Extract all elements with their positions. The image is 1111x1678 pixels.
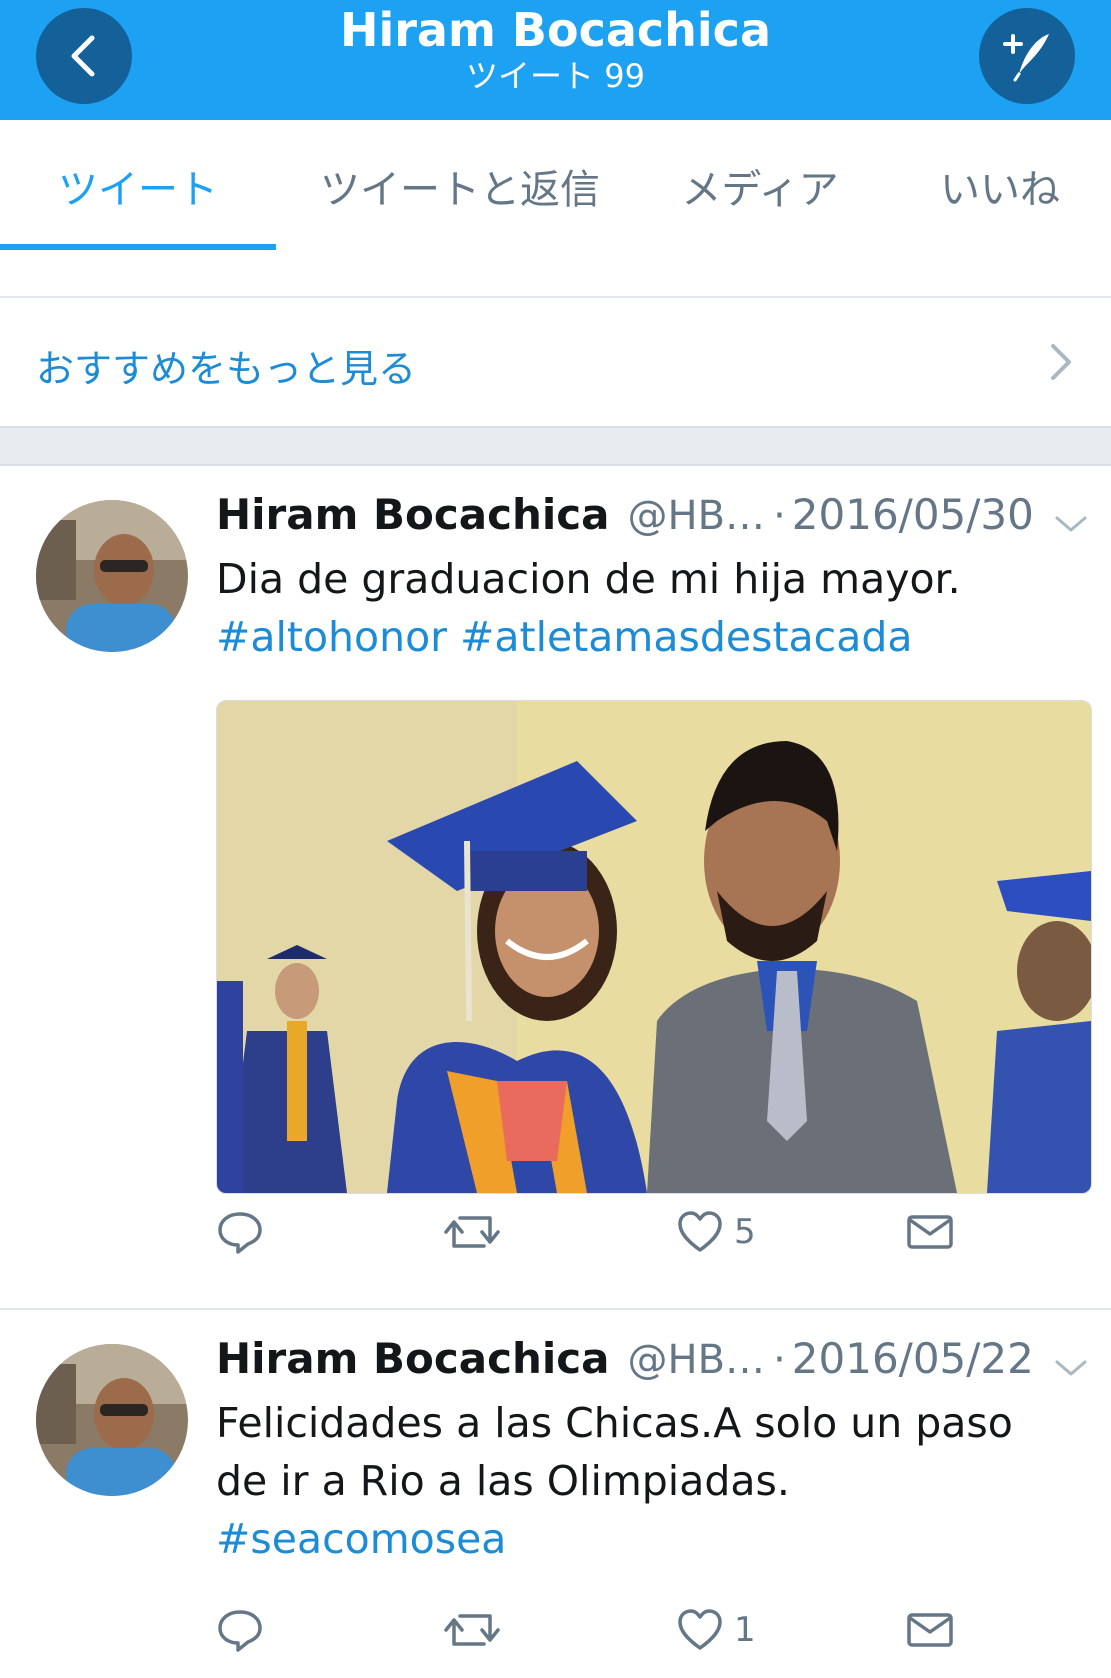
avatar-photo xyxy=(36,1344,188,1496)
compose-tweet-button[interactable] xyxy=(979,8,1075,104)
see-more-recommendations-row[interactable]: おすすめをもっと見る xyxy=(0,298,1111,428)
retweet-button[interactable] xyxy=(444,1202,500,1262)
like-count: 5 xyxy=(734,1212,756,1252)
like-count: 1 xyxy=(734,1610,756,1650)
retweet-button[interactable] xyxy=(444,1600,500,1660)
author-name[interactable]: Hiram Bocachica xyxy=(216,490,610,539)
spacer xyxy=(0,252,1111,298)
tab-label: ツイート xyxy=(58,167,218,213)
chevron-down-icon[interactable] xyxy=(1053,512,1089,536)
top-bar: Hiram Bocachica ツイート 99 xyxy=(0,0,1111,120)
author-handle[interactable]: @HB… xyxy=(628,493,766,539)
see-more-label: おすすめをもっと見る xyxy=(36,347,417,391)
envelope-icon xyxy=(907,1215,953,1249)
tweet-text-line: Felicidades a las Chicas.A solo un paso xyxy=(216,1399,1013,1447)
tweet-header: Hiram Bocachica @HB… · 2016/05/30 xyxy=(216,490,1034,550)
reply-icon xyxy=(218,1212,262,1254)
tab-label: いいね xyxy=(940,167,1060,213)
heart-icon xyxy=(678,1609,722,1650)
like-button[interactable]: 1 xyxy=(676,1600,756,1660)
page-title: Hiram Bocachica xyxy=(339,3,771,57)
tweet-date[interactable]: 2016/05/22 xyxy=(792,1334,1034,1383)
tweet-photo[interactable] xyxy=(216,700,1092,1194)
tweet-hashtags[interactable]: #seacomosea xyxy=(216,1510,1086,1568)
tweet-count: ツイート 99 xyxy=(466,57,645,95)
avatar[interactable] xyxy=(36,1344,188,1496)
avatar[interactable] xyxy=(36,500,188,652)
tweet-text-line: de ir a Rio a las Olimpiadas. xyxy=(216,1457,790,1505)
tweet-item[interactable]: Hiram Bocachica @HB… · 2016/05/22 Felici… xyxy=(0,1310,1111,1678)
like-button[interactable]: 5 xyxy=(676,1202,756,1262)
section-divider xyxy=(0,428,1111,466)
tweet-item[interactable]: Hiram Bocachica @HB… · 2016/05/30 Dia de… xyxy=(0,466,1111,1310)
tweet-actions: 5 xyxy=(216,1202,1090,1262)
tweet-header: Hiram Bocachica @HB… · 2016/05/22 xyxy=(216,1334,1034,1394)
author-handle[interactable]: @HB… xyxy=(628,1337,766,1383)
retweet-icon xyxy=(444,1216,500,1248)
tab-likes[interactable]: いいね xyxy=(920,120,1080,252)
chevron-down-icon[interactable] xyxy=(1053,1356,1089,1380)
author-name[interactable]: Hiram Bocachica xyxy=(216,1334,610,1383)
separator-dot: · xyxy=(773,1337,786,1383)
tab-label: メディア xyxy=(681,167,839,213)
tweet-date[interactable]: 2016/05/30 xyxy=(792,490,1034,539)
tab-label: ツイートと返信 xyxy=(320,167,600,213)
heart-icon xyxy=(678,1211,722,1252)
active-tab-indicator xyxy=(0,244,276,250)
tweet-hashtags[interactable]: #altohonor #atletamasdestacada xyxy=(216,608,1086,666)
reply-button[interactable] xyxy=(216,1202,264,1262)
retweet-icon xyxy=(444,1614,500,1646)
tweet-text-line: Dia de graduacion de mi hija mayor. xyxy=(216,555,961,603)
tab-media[interactable]: メディア xyxy=(660,120,860,252)
profile-tabs: ツイート ツイートと返信 メディア いいね xyxy=(0,120,1111,254)
tweet-text: Dia de graduacion de mi hija mayor. #alt… xyxy=(216,550,1086,666)
tweet-text: Felicidades a las Chicas.A solo un paso … xyxy=(216,1394,1086,1568)
graduation-photo xyxy=(217,701,1091,1193)
tab-tweets[interactable]: ツイート xyxy=(0,120,276,252)
chevron-right-icon xyxy=(1051,344,1071,380)
reply-button[interactable] xyxy=(216,1600,264,1660)
envelope-icon xyxy=(907,1613,953,1647)
compose-tweet-icon xyxy=(1003,34,1049,82)
direct-message-button[interactable] xyxy=(906,1600,954,1660)
header-title-block: Hiram Bocachica ツイート 99 xyxy=(0,0,1111,94)
tab-tweets-and-replies[interactable]: ツイートと返信 xyxy=(290,120,630,252)
tweet-actions: 1 xyxy=(216,1600,1090,1660)
reply-icon xyxy=(218,1610,262,1652)
separator-dot: · xyxy=(773,493,786,539)
avatar-photo xyxy=(36,500,188,652)
direct-message-button[interactable] xyxy=(906,1202,954,1262)
